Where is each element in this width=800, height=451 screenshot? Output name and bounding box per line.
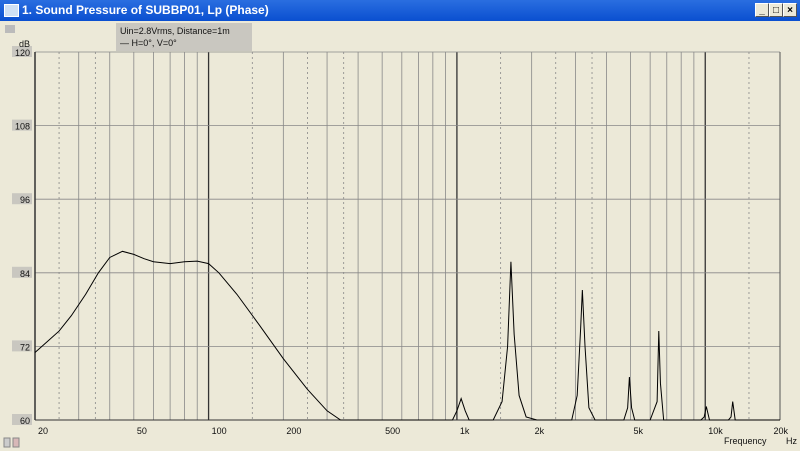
y-tick-label: 60 bbox=[20, 416, 30, 426]
x-axis-label: Frequency bbox=[724, 436, 767, 446]
scale-toggle-icon bbox=[5, 25, 15, 33]
legend-series: — H=0°, V=0° bbox=[120, 38, 177, 48]
chart-legend: Uin=2.8Vrms, Distance=1m — H=0°, V=0° bbox=[116, 23, 252, 51]
x-tick-label: 100 bbox=[212, 426, 227, 436]
legend-series-label: H=0°, V=0° bbox=[131, 38, 177, 48]
x-tick-label: 500 bbox=[385, 426, 400, 436]
frequency-response-chart: 60 72 84 96 108 120 20 50 100 200 500 1k 2k 5k 10k 20k d… bbox=[3, 25, 797, 448]
settings-icon bbox=[12, 437, 20, 448]
x-tick-label: 20k bbox=[773, 426, 788, 436]
legend-conditions: Uin=2.8Vrms, Distance=1m bbox=[120, 26, 230, 36]
x-tick-label: 20 bbox=[38, 426, 48, 436]
x-axis-unit: Hz bbox=[786, 436, 797, 446]
y-tick-label: 84 bbox=[20, 269, 30, 279]
y-tick-label: 108 bbox=[15, 122, 30, 132]
x-tick-label: 200 bbox=[286, 426, 301, 436]
x-tick-label: 50 bbox=[137, 426, 147, 436]
y-tick-label: 120 bbox=[15, 48, 30, 58]
plot-area bbox=[35, 52, 780, 420]
x-tick-label: 2k bbox=[535, 426, 545, 436]
x-tick-label: 1k bbox=[460, 426, 470, 436]
scroll-left-icon bbox=[3, 437, 11, 448]
y-tick-label: 96 bbox=[20, 195, 30, 205]
x-tick-label: 5k bbox=[633, 426, 643, 436]
x-tick-label: 10k bbox=[708, 426, 723, 436]
y-axis-label: dB bbox=[19, 39, 30, 49]
y-tick-label: 72 bbox=[20, 342, 30, 352]
